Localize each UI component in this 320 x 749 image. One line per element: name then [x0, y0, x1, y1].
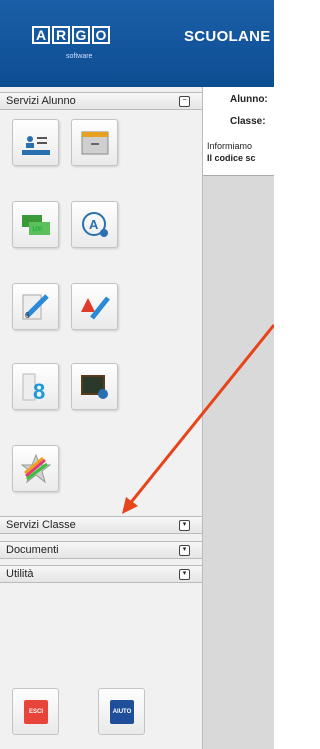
tasse-icon: 100 — [22, 215, 50, 235]
tile-assenze[interactable]: A — [71, 201, 118, 248]
tile-archive[interactable] — [71, 119, 118, 166]
svg-text:100: 100 — [32, 227, 43, 233]
app-brand: SCUOLANE — [184, 28, 271, 45]
codice-text: Il codice sc — [207, 153, 256, 163]
expand-icon[interactable]: ▾ — [179, 569, 190, 580]
logo-letter: G — [72, 26, 90, 44]
tile-ricevimento[interactable] — [71, 363, 118, 410]
tile-orario[interactable]: 8 — [12, 363, 59, 410]
accordion-documenti[interactable]: Documenti ▾ — [0, 541, 202, 559]
archive-icon — [81, 131, 109, 155]
accordion-servizi-alunno[interactable]: Servizi Alunno − — [0, 92, 202, 110]
info-text: Informiamo — [207, 141, 253, 151]
logo-subtitle: software — [66, 53, 93, 60]
app-header: A R G O software SCUOLANE — [0, 0, 274, 87]
tile-voti[interactable]: 6 — [12, 283, 59, 330]
info-panel: Alunno: Classe: Informiamo Il codice sc — [203, 87, 274, 176]
accordion-utilita[interactable]: Utilità ▾ — [0, 565, 202, 583]
accordion-label: Servizi Alunno — [6, 95, 76, 107]
svg-text:8: 8 — [33, 379, 45, 402]
logo-letter: A — [32, 26, 50, 44]
svg-text:A: A — [89, 217, 99, 232]
assenze-icon: A — [82, 212, 108, 237]
expand-icon[interactable]: ▾ — [179, 520, 190, 531]
tile-tasse[interactable]: 100 — [12, 201, 59, 248]
tile-note[interactable] — [71, 283, 118, 330]
accordion-label: Documenti — [6, 544, 59, 556]
accordion-servizi-classe[interactable]: Servizi Classe ▾ — [0, 516, 202, 534]
accordion-label: Servizi Classe — [6, 519, 76, 531]
logo-letter: R — [52, 26, 70, 44]
main-content: Alunno: Classe: Informiamo Il codice sc — [203, 87, 274, 749]
curriculum-icon — [21, 454, 51, 484]
alunno-label: Alunno: — [230, 94, 268, 105]
aiuto-button[interactable]: AIUTO — [98, 688, 145, 735]
collapse-icon[interactable]: − — [179, 96, 190, 107]
voti-icon: 6 — [22, 294, 49, 320]
argo-logo: A R G O — [32, 26, 110, 44]
esci-button[interactable]: ESCI — [12, 688, 59, 735]
classe-label: Classe: — [230, 116, 266, 127]
ricevimento-icon — [81, 375, 108, 399]
logo-letter: O — [92, 26, 110, 44]
anagrafe-icon — [22, 136, 50, 155]
accordion-label: Utilità — [6, 568, 34, 580]
sidebar: Servizi Alunno − 100 A 6 8 Servizi Class… — [0, 87, 203, 749]
aiuto-label: AIUTO — [110, 700, 134, 724]
note-icon — [81, 296, 110, 320]
orario-icon: 8 — [22, 373, 45, 402]
tile-curriculum[interactable] — [12, 445, 59, 492]
tile-anagrafe[interactable] — [12, 119, 59, 166]
esci-label: ESCI — [24, 700, 48, 724]
expand-icon[interactable]: ▾ — [179, 545, 190, 556]
svg-text:6: 6 — [25, 311, 30, 320]
